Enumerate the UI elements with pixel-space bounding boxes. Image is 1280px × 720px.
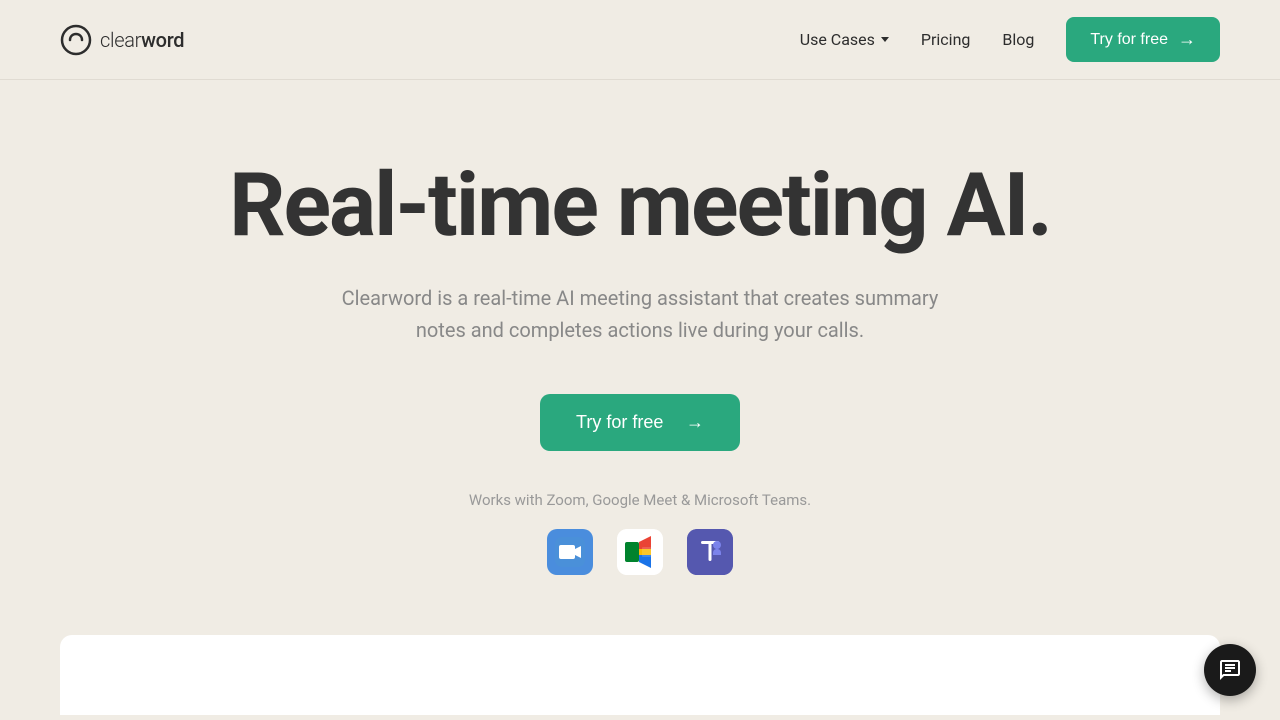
zoom-icon: [547, 529, 593, 575]
google-meet-icon: [617, 529, 663, 575]
nav-blog[interactable]: Blog: [1002, 30, 1034, 49]
hero-subtitle: Clearword is a real-time AI meeting assi…: [320, 282, 960, 346]
hero-cta-button[interactable]: Try for free →: [540, 394, 740, 451]
microsoft-teams-icon: [687, 529, 733, 575]
works-with-label: Works with Zoom, Google Meet & Microsoft…: [469, 491, 811, 509]
logo-text: clearword: [100, 28, 184, 52]
hero-arrow-right-icon: →: [686, 412, 704, 433]
platform-icons: [547, 529, 733, 575]
bottom-section: [60, 635, 1220, 715]
nav-use-cases[interactable]: Use Cases: [800, 30, 889, 49]
chat-widget-button[interactable]: [1204, 644, 1256, 696]
header-try-free-button[interactable]: Try for free →: [1066, 17, 1220, 62]
arrow-right-icon: →: [1178, 29, 1196, 50]
hero-section: Real-time meeting AI. Clearword is a rea…: [0, 80, 1280, 635]
logo[interactable]: clearword: [60, 24, 184, 56]
hero-title: Real-time meeting AI.: [229, 160, 1051, 252]
nav: Use Cases Pricing Blog Try for free →: [800, 17, 1220, 62]
header: clearword Use Cases Pricing Blog Try for…: [0, 0, 1280, 80]
clearword-logo-icon: [60, 24, 92, 56]
chevron-down-icon: [881, 37, 889, 42]
chat-icon: [1218, 658, 1242, 682]
nav-pricing[interactable]: Pricing: [921, 30, 971, 49]
